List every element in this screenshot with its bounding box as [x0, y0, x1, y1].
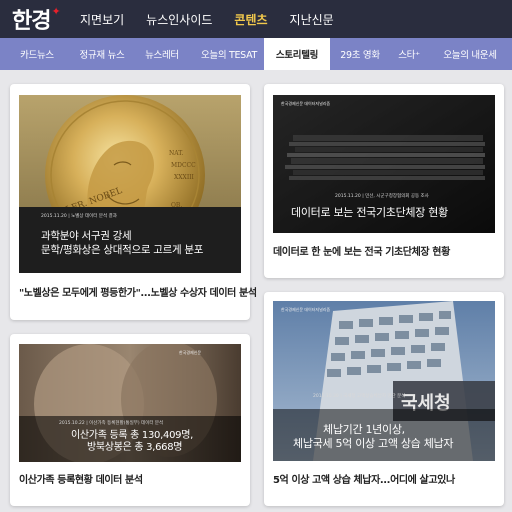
story-card[interactable]: 한국경제신문 데이터저널리즘 2015.11.20 | 민선, 시군구청장협의회… — [264, 84, 504, 278]
site-logo[interactable]: 한경 ✦ — [12, 4, 61, 35]
svg-text:XXXIII: XXXIII — [174, 174, 195, 181]
tab-29sec-movie[interactable]: 29초 영화 — [330, 38, 390, 70]
card-overlay-line: 문학/평화상은 상대적으로 고르게 분포 — [41, 244, 204, 256]
top-navigation-bar: 한경 ✦ 지면보기 뉴스인사이드 콘텐츠 지난신문 — [0, 0, 512, 38]
content-tabs: 카드뉴스 정규재 뉴스 뉴스레터 오늘의 TESAT 스토리텔링 29초 영화 … — [0, 38, 512, 70]
main-menu: 지면보기 뉴스인사이드 콘텐츠 지난신문 — [80, 0, 356, 38]
logo-text: 한경 — [12, 9, 51, 34]
svg-text:NAT.: NAT. — [169, 150, 183, 157]
menu-item-print-edition[interactable]: 지면보기 — [80, 11, 124, 28]
card-overlay-line: 과학분야 서구권 강세 — [41, 230, 132, 242]
card-overlay-line: 데이터로 보는 전국기초단체장 현황 — [291, 206, 448, 219]
tab-horoscope[interactable]: 오늘의 내운세 — [428, 38, 512, 70]
story-card[interactable]: ALFR. NOBEL NAT. MDCCC XXXIII OB. MDCCC … — [10, 84, 257, 320]
card-masthead: 한국경제신문 데이터저널리즘 — [281, 101, 331, 106]
card-masthead: 한국경제신문 데이터저널리즘 — [281, 307, 331, 312]
tab-star-plus[interactable]: 스타⁺ — [390, 38, 428, 70]
tab-jeong-news[interactable]: 정규재 뉴스 — [74, 38, 130, 70]
card-overlay-line: 이산가족 등록 총 130,409명, — [71, 430, 193, 441]
card-title[interactable]: 데이터로 한 눈에 보는 전국 기초단체장 현황 — [273, 243, 450, 258]
card-meta: 2015.10.22 | 이산가족 등록현황(통일부) 데이터 분석 — [59, 421, 164, 426]
card-masthead: 한국경제신문 — [179, 350, 202, 355]
tab-newsletter[interactable]: 뉴스레터 — [130, 38, 194, 70]
card-title[interactable]: 5억 이상 고액 상습 체납자...어디에 살고있나 — [273, 471, 455, 486]
card-overlay-line: 방북상봉은 총 3,668명 — [87, 442, 183, 453]
card-meta: 2015.10.30 | 국세청 고액상습체납자 명단 분석 — [313, 394, 406, 399]
card-overlay-line: 체납국세 5억 이상 고액 상습 체납자 — [293, 437, 454, 450]
card-title[interactable]: 이산가족 등록현황 데이터 분석 — [19, 471, 143, 486]
card-thumbnail: 국세청 한국경제신문 데이터저널리즘 2015.10.30 | 국세청 고액상습… — [273, 301, 495, 461]
card-thumbnail: 한국경제신문 데이터저널리즘 2015.11.20 | 민선, 시군구청장협의회… — [273, 95, 495, 233]
tab-tesat[interactable]: 오늘의 TESAT — [194, 38, 264, 70]
card-thumbnail: ALFR. NOBEL NAT. MDCCC XXXIII OB. MDCCC … — [19, 95, 241, 273]
svg-text:MDCCC: MDCCC — [171, 162, 196, 169]
card-thumbnail: 한국경제신문 2015.10.22 | 이산가족 등록현황(통일부) 데이터 분… — [19, 344, 241, 462]
card-overlay-line: 체납기간 1년이상, — [323, 423, 405, 436]
tab-storytelling[interactable]: 스토리텔링 — [264, 38, 330, 70]
story-card[interactable]: 국세청 한국경제신문 데이터저널리즘 2015.10.30 | 국세청 고액상습… — [264, 292, 504, 506]
card-meta: 2015.11.20 | 민선, 시군구청장협의회 공동 조사 — [335, 194, 429, 199]
card-title[interactable]: "노벨상은 모두에게 평등한가"...노벨상 수상자 데이터 분석 — [19, 284, 257, 299]
logo-star-icon: ✦ — [51, 4, 61, 18]
menu-item-contents[interactable]: 콘텐츠 — [234, 11, 267, 28]
menu-item-past-papers[interactable]: 지난신문 — [290, 11, 334, 28]
story-card[interactable]: 한국경제신문 2015.10.22 | 이산가족 등록현황(통일부) 데이터 분… — [10, 334, 250, 506]
tab-card-news[interactable]: 카드뉴스 — [0, 38, 74, 70]
card-meta: 2015.11.20 | 노벨상 데이터 분석 결과 — [41, 214, 117, 219]
menu-item-news-inside[interactable]: 뉴스인사이드 — [146, 11, 212, 28]
